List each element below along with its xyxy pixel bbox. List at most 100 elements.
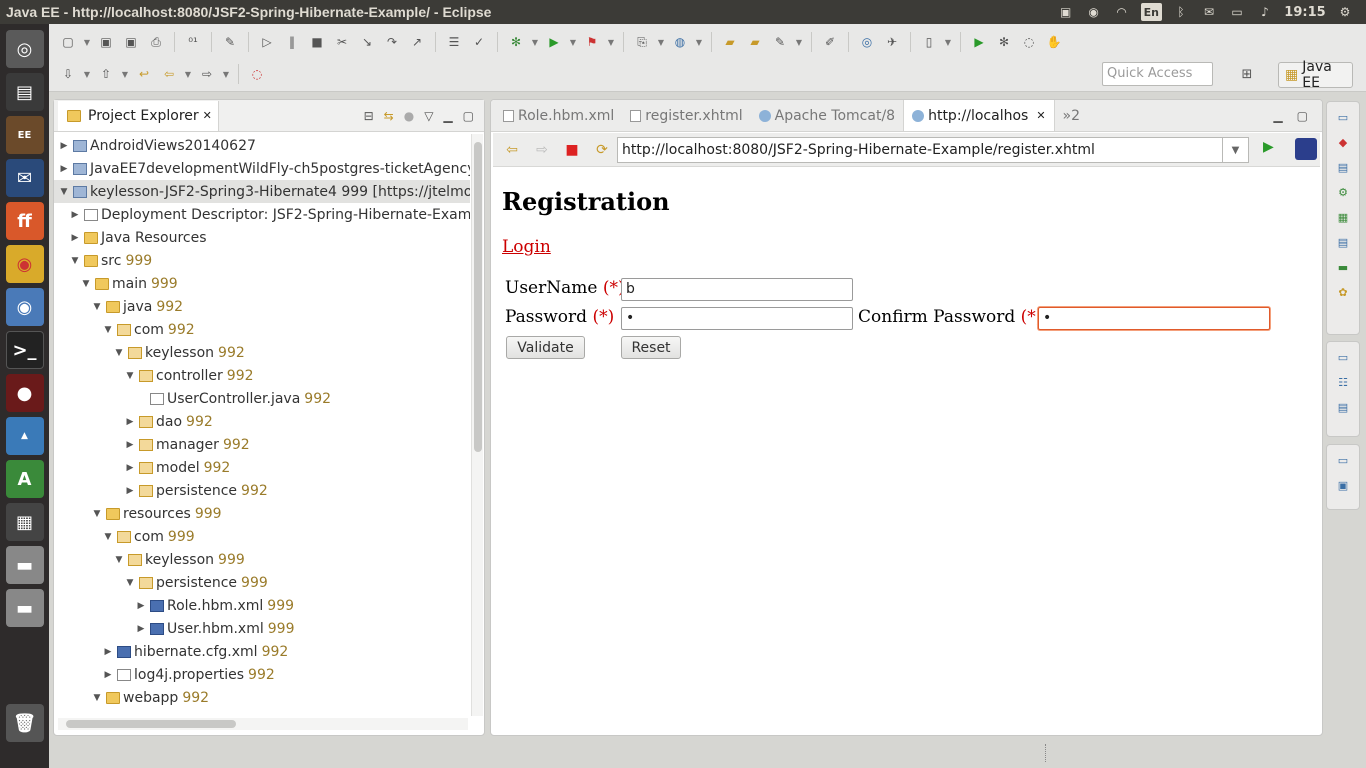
close-icon[interactable]: ✕ [203,109,212,122]
tree-item[interactable]: ▶ Role.hbm.xml 999 [54,594,470,617]
mail-icon[interactable]: ✉ [1200,3,1218,21]
binary-icon[interactable]: ⁰¹ [182,31,204,53]
prev-annotation-icon[interactable]: ⇧ [95,63,117,85]
tree-item[interactable]: ▶ hibernate.cfg.xml 992 [54,640,470,663]
restore-icon[interactable]: ▭ [1336,453,1350,467]
collapsed-arrow-icon[interactable]: ▶ [135,624,147,634]
back-icon[interactable]: ⇦ [158,63,180,85]
chromium-icon[interactable]: ◉ [5,288,44,326]
new-icon[interactable]: ▢ [57,31,79,53]
maximize-icon[interactable]: ▢ [463,109,474,123]
collapse-all-icon[interactable]: ⊟ [364,109,374,123]
username-input[interactable]: b [621,278,853,301]
horizontal-scrollbar[interactable] [58,718,468,730]
monitor-icon[interactable]: ▤ [5,73,44,111]
search-icon[interactable]: ✎ [769,31,791,53]
step-return-icon[interactable]: ↗ [406,31,428,53]
suspend-icon[interactable]: ‖ [281,31,303,53]
web-icon[interactable]: ● [5,374,44,412]
annotation-icon[interactable]: ✐ [819,31,841,53]
tree-item[interactable]: ▼ main 999 [54,272,470,295]
keyboard-language-indicator[interactable]: En [1140,3,1162,21]
new-dropdown-icon[interactable]: ▼ [82,31,92,53]
debug-icon[interactable]: ✻ [505,31,527,53]
tree-item[interactable]: ▼ controller 992 [54,364,470,387]
collapsed-arrow-icon[interactable]: ▶ [58,164,70,174]
clock[interactable]: 19:15 [1284,3,1326,21]
tree-item[interactable]: ▶ persistence 992 [54,479,470,502]
reset-button[interactable]: Reset [621,336,681,359]
collapsed-arrow-icon[interactable]: ▶ [69,210,81,220]
last-edit-icon[interactable]: ↩ [133,63,155,85]
tree-item[interactable]: ▶ Java Resources [54,226,470,249]
tree-item[interactable]: ▼ webapp 992 [54,686,470,709]
expanded-arrow-icon[interactable]: ▼ [69,256,81,266]
expanded-arrow-icon[interactable]: ▼ [124,371,136,381]
stop-icon[interactable]: ■ [561,139,583,161]
resume-icon[interactable]: ▷ [256,31,278,53]
password-input[interactable]: • [621,307,853,330]
class-dropdown-icon[interactable]: ▼ [694,31,704,53]
tree-item[interactable]: ▶ manager 992 [54,433,470,456]
print-icon[interactable]: ⎙ [145,31,167,53]
forward-icon[interactable]: ⇨ [196,63,218,85]
drive-icon[interactable]: ▬ [5,546,44,584]
collapsed-arrow-icon[interactable]: ▶ [124,463,136,473]
back-arrow-icon[interactable]: ⇦ [501,139,523,161]
java-ee-perspective-button[interactable]: ▦ Java EE [1278,59,1353,91]
power-gear-icon[interactable]: ⚙ [1336,3,1354,21]
javaee-icon[interactable]: EE [5,116,44,154]
collapsed-arrow-icon[interactable]: ▶ [124,440,136,450]
expanded-arrow-icon[interactable]: ▼ [102,532,114,542]
terminate-icon[interactable]: ■ [306,31,328,53]
step-over-icon[interactable]: ↷ [381,31,403,53]
expanded-arrow-icon[interactable]: ▼ [113,555,125,565]
outline-icon[interactable]: ▤ [1336,160,1350,174]
minimize-icon[interactable]: ▁ [443,109,452,123]
web-service-icon[interactable]: ✈ [881,31,903,53]
save-icon[interactable]: ▣ [95,31,117,53]
properties-icon[interactable]: ▤ [1336,235,1350,249]
expanded-arrow-icon[interactable]: ▼ [113,348,125,358]
run-icon[interactable]: ▶ [543,31,565,53]
confirm-password-input[interactable]: • [1038,307,1270,330]
tree-item[interactable]: UserController.java 992 [54,387,470,410]
prev-annotation-dropdown-icon[interactable]: ▼ [120,63,130,85]
tree-item[interactable]: ▶ Deployment Descriptor: JSF2-Spring-Hibe… [54,203,470,226]
external-tools-icon[interactable]: ⚑ [581,31,603,53]
tab-browser-localhost[interactable]: http://localhos ✕ [903,100,1055,131]
minimize-icon[interactable]: ▁ [1273,109,1282,123]
monitor-tray-icon[interactable]: ▣ [1057,3,1075,21]
tab-role-hbm[interactable]: Role.hbm.xml [495,100,622,131]
filter-icon[interactable]: ● [404,109,414,123]
collapsed-arrow-icon[interactable]: ▶ [124,417,136,427]
refresh-icon[interactable]: ⟳ [591,139,613,161]
chrome-icon[interactable]: ◉ [5,245,44,283]
start-server-icon[interactable]: ▶ [968,31,990,53]
trash-icon[interactable]: 🗑 [5,704,44,742]
expanded-arrow-icon[interactable]: ▼ [102,325,114,335]
forward-dropdown-icon[interactable]: ▼ [221,63,231,85]
forward-arrow-icon[interactable]: ⇨ [531,139,553,161]
drive2-icon[interactable]: ▬ [5,589,44,627]
validate-button[interactable]: Validate [506,336,585,359]
chrome-tray-icon[interactable]: ◉ [1085,3,1103,21]
server-run-dropdown-icon[interactable]: ▼ [943,31,953,53]
tree-item[interactable]: ▼ java 992 [54,295,470,318]
tree-item[interactable]: ▼ keylesson-JSF2-Spring3-Hibernate4 999 [… [54,180,470,203]
tree-item[interactable]: ▶ dao 992 [54,410,470,433]
collapsed-arrow-icon[interactable]: ▶ [102,670,114,680]
bluetooth-icon[interactable]: ᛒ [1172,3,1190,21]
tree-item[interactable]: ▼ persistence 999 [54,571,470,594]
workspaces-icon[interactable]: ▦ [5,503,44,541]
collapsed-arrow-icon[interactable]: ▶ [58,141,70,151]
tree-item[interactable]: ▼ src 999 [54,249,470,272]
tree-item[interactable]: ▼ com 992 [54,318,470,341]
tab-overflow[interactable]: »2 [1055,100,1088,131]
dash-icon[interactable]: ◎ [5,30,44,68]
open-perspective-icon[interactable]: ⊞ [1236,62,1258,86]
disconnect-icon[interactable]: ✂ [331,31,353,53]
new-server-icon[interactable]: ⎘ [631,31,653,53]
new-class-icon[interactable]: ◍ [669,31,691,53]
data-source-icon[interactable]: ⚙ [1336,185,1350,199]
